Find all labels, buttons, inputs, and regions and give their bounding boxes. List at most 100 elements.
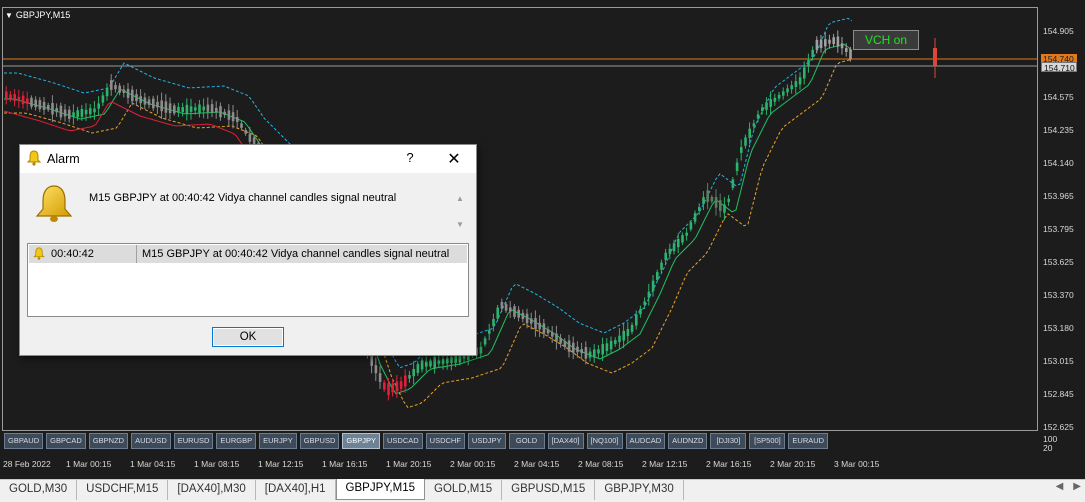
chart-tab[interactable]: USDCHF,M15 <box>77 480 169 500</box>
price-tick-label: 152.625 <box>1043 422 1074 432</box>
candle-body <box>84 109 88 115</box>
chart-tab[interactable]: GBPUSD,M15 <box>502 480 596 500</box>
price-tick-label: 154.140 <box>1043 158 1074 168</box>
symbol-button-gbpusd[interactable]: GBPUSD <box>299 433 340 449</box>
time-tick-label: 1 Mar 16:15 <box>322 459 368 469</box>
indicator-level-20: 20 <box>1043 443 1053 453</box>
dialog-title: Alarm <box>47 152 80 166</box>
candle-body <box>110 80 113 90</box>
symbol-button-gold[interactable]: GOLD <box>508 433 545 449</box>
time-axis: 28 Feb 2022 1 Mar 00:15 1 Mar 04:15 1 Mar 0… <box>0 458 1040 472</box>
candle-body <box>383 382 386 390</box>
symbol-button-eurjpy[interactable]: EURJPY <box>259 433 297 449</box>
candle-body <box>748 128 751 138</box>
candle-body <box>567 340 571 352</box>
candle-body <box>194 107 197 111</box>
symbol-button-eurgbp[interactable]: EURGBP <box>216 433 257 449</box>
symbol-button-dax40[interactable]: [DAX40] <box>547 433 584 449</box>
candle-body <box>93 108 96 113</box>
symbol-button-gbpaud[interactable]: GBPAUD <box>4 433 44 449</box>
close-button[interactable]: ✕ <box>446 149 462 169</box>
symbol-button-usdchf[interactable]: USDCHF <box>425 433 465 449</box>
candle-body <box>811 49 814 57</box>
price-tick-label: 152.845 <box>1043 389 1074 399</box>
candle-body <box>752 123 756 127</box>
candle-body <box>181 107 184 113</box>
dialog-titlebar[interactable]: Alarm ? ✕ <box>20 145 476 173</box>
candle-body <box>698 207 701 211</box>
time-tick-label: 2 Mar 08:15 <box>578 459 624 469</box>
chart-tab[interactable]: GBPJPY,M15 <box>335 479 425 500</box>
price-tick-label: 154.905 <box>1043 26 1074 36</box>
candle-body <box>618 335 621 343</box>
scroll-down-icon[interactable]: ▼ <box>456 220 464 229</box>
candle-body <box>509 307 512 312</box>
candle-body <box>126 88 130 98</box>
candle-body <box>685 232 688 236</box>
candle-body <box>849 49 852 60</box>
chart-tab[interactable]: GOLD,M30 <box>0 480 78 500</box>
chart-tab[interactable]: [DAX40],H1 <box>256 480 336 500</box>
candle-body <box>832 37 835 45</box>
symbol-button-audcad[interactable]: AUDCAD <box>625 433 666 449</box>
scroll-right-icon[interactable]: ▶ <box>1073 481 1081 492</box>
symbol-button-usdjpy[interactable]: USDJPY <box>467 433 506 449</box>
candle-body <box>727 198 730 202</box>
message-scrollbar[interactable]: ▲ ▼ <box>454 190 466 234</box>
symbol-button-audnzd[interactable]: AUDNZD <box>668 433 708 449</box>
candle-body <box>651 280 655 291</box>
candle-body <box>635 314 638 326</box>
time-tick-label: 2 Mar 16:15 <box>706 459 752 469</box>
candle-body <box>370 355 373 366</box>
candle-body <box>672 243 676 252</box>
last-candle-body <box>933 48 937 66</box>
candle-body <box>824 39 827 47</box>
candle-body <box>798 77 802 85</box>
candle-body <box>639 308 642 315</box>
candle-body <box>740 147 743 153</box>
candle-body <box>122 89 126 94</box>
candle-body <box>555 333 558 342</box>
symbol-button-euraud[interactable]: EURAUD <box>788 433 829 449</box>
time-tick-label: 1 Mar 08:15 <box>194 459 240 469</box>
candle-body <box>26 98 29 104</box>
symbol-button-sp500[interactable]: [SP500] <box>749 433 786 449</box>
symbol-button-gbpnzd[interactable]: GBPNZD <box>88 433 129 449</box>
candle-body <box>76 110 79 118</box>
candle-body <box>500 301 504 309</box>
symbol-button-dji30[interactable]: [DJI30] <box>710 433 747 449</box>
candle-body <box>425 361 428 367</box>
chart-tab[interactable]: [DAX40],M30 <box>168 480 256 500</box>
ok-button[interactable]: OK <box>212 327 284 347</box>
candle-body <box>668 248 672 254</box>
symbol-button-audusd[interactable]: AUDUSD <box>131 433 171 449</box>
scroll-up-icon[interactable]: ▲ <box>456 194 464 203</box>
symbol-button-nq100[interactable]: [NQ100] <box>586 433 623 449</box>
large-bell-icon <box>33 183 75 228</box>
symbol-button-eurusd[interactable]: EURUSD <box>173 433 214 449</box>
candle-body <box>551 332 554 337</box>
candle-body <box>681 235 684 243</box>
candle-body <box>643 301 646 305</box>
candle-body <box>47 105 50 110</box>
symbol-button-usdcad[interactable]: USDCAD <box>382 433 423 449</box>
price-tick-label: 154.575 <box>1043 92 1074 102</box>
alarm-list[interactable]: 00:40:42 M15 GBPJPY at 00:40:42 Vidya ch… <box>27 243 469 317</box>
candle-body <box>496 307 499 319</box>
list-item[interactable]: 00:40:42 M15 GBPJPY at 00:40:42 Vidya ch… <box>29 245 467 263</box>
chart-tab[interactable]: GBPJPY,M30 <box>595 480 684 500</box>
candle-body <box>828 39 831 44</box>
bell-icon <box>33 247 45 263</box>
candle-body <box>412 368 415 377</box>
candle-body <box>605 343 609 352</box>
collapse-triangle-icon[interactable]: ▼ <box>5 11 13 20</box>
scroll-left-icon[interactable]: ◀ <box>1056 481 1064 492</box>
candle-body <box>622 330 625 341</box>
candle-body <box>59 105 63 118</box>
help-button[interactable]: ? <box>404 150 416 165</box>
bell-icon <box>26 150 42 169</box>
symbol-button-gbpcad[interactable]: GBPCAD <box>46 433 86 449</box>
candle-body <box>803 67 806 79</box>
chart-tab[interactable]: GOLD,M15 <box>425 480 503 500</box>
symbol-button-gbpjpy[interactable]: GBPJPY <box>342 433 380 449</box>
